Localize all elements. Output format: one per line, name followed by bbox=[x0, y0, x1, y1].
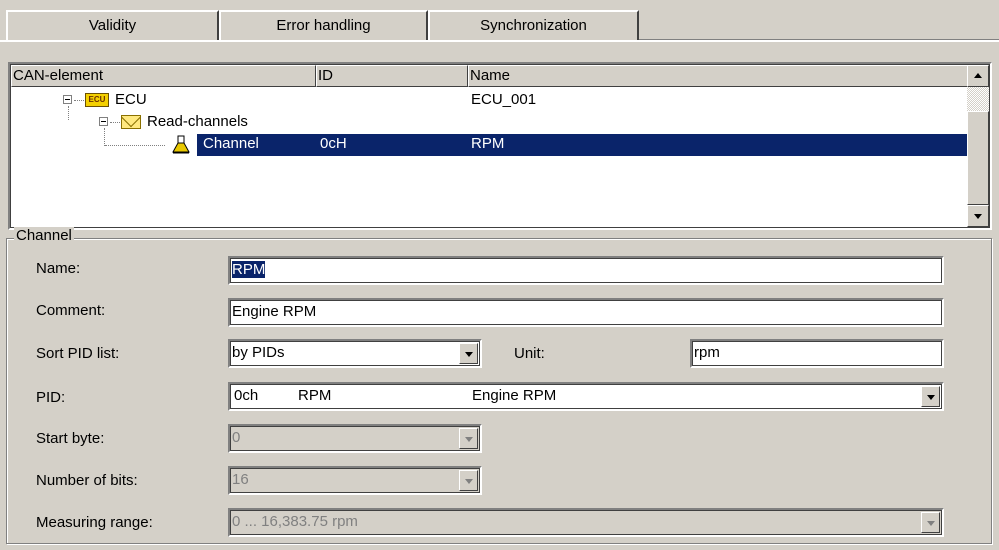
comment-label: Comment: bbox=[36, 302, 106, 319]
tree-row-channel[interactable]: Channel 0cH RPM bbox=[11, 133, 969, 156]
start-byte-label: Start byte: bbox=[36, 430, 105, 447]
chevron-down-icon bbox=[921, 512, 940, 533]
envelope-icon bbox=[121, 115, 141, 129]
name-field[interactable]: RPM bbox=[228, 256, 944, 285]
number-of-bits-value: 16 bbox=[232, 471, 249, 488]
collapse-toggle-icon[interactable] bbox=[99, 117, 108, 126]
chevron-down-icon bbox=[459, 470, 478, 491]
comment-field[interactable]: Engine RPM bbox=[228, 298, 944, 327]
can-element-tree[interactable]: CAN-element ID Name ECU ECU ECU_001 Read… bbox=[8, 62, 992, 230]
unit-label: Unit: bbox=[514, 345, 545, 362]
tab-error-handling[interactable]: Error handling bbox=[219, 10, 428, 40]
tree-row-element: Read-channels bbox=[147, 113, 248, 130]
pid-description: Engine RPM bbox=[472, 387, 557, 404]
tab-divider bbox=[0, 40, 999, 42]
measuring-range-value: 0 ... 16,383.75 rpm bbox=[232, 513, 358, 530]
start-byte-value: 0 bbox=[232, 429, 241, 446]
tab-validity[interactable]: Validity bbox=[6, 10, 219, 40]
flask-icon bbox=[172, 135, 190, 154]
arrow-down-icon bbox=[974, 214, 982, 219]
channel-group-title: Channel bbox=[14, 227, 74, 244]
column-header-name[interactable]: Name bbox=[468, 65, 973, 87]
sort-pid-list-select[interactable]: by PIDs bbox=[228, 339, 482, 368]
name-value: RPM bbox=[232, 261, 266, 278]
name-label: Name: bbox=[36, 260, 81, 277]
column-header-can-element[interactable]: CAN-element bbox=[11, 65, 316, 87]
pid-label: PID: bbox=[36, 389, 66, 406]
collapse-toggle-icon[interactable] bbox=[63, 95, 72, 104]
chevron-down-icon[interactable] bbox=[921, 386, 940, 407]
tree-row-element: ECU bbox=[115, 91, 147, 108]
measuring-range-select: 0 ... 16,383.75 rpm bbox=[228, 508, 944, 537]
tree-connector bbox=[105, 145, 165, 146]
tree-connector bbox=[74, 100, 84, 101]
arrow-up-icon bbox=[974, 73, 982, 78]
sort-pid-list-label: Sort PID list: bbox=[36, 345, 120, 362]
column-header-id[interactable]: ID bbox=[316, 65, 468, 87]
scroll-thumb[interactable] bbox=[967, 111, 989, 205]
ecu-icon: ECU bbox=[85, 93, 109, 107]
tab-synchronization[interactable]: Synchronization bbox=[428, 10, 639, 40]
pid-name: RPM bbox=[298, 387, 332, 404]
chevron-down-icon[interactable] bbox=[459, 343, 478, 364]
tree-row-read-channels[interactable]: Read-channels bbox=[11, 111, 969, 133]
sort-pid-list-value: by PIDs bbox=[232, 344, 285, 361]
chevron-down-icon bbox=[459, 428, 478, 449]
number-of-bits-label: Number of bits: bbox=[36, 472, 138, 489]
start-byte-select: 0 bbox=[228, 424, 482, 453]
tree-row-ecu[interactable]: ECU ECU ECU_001 bbox=[11, 89, 969, 111]
pid-select[interactable]: 0ch RPM Engine RPM bbox=[228, 382, 944, 411]
tree-row-name: ECU_001 bbox=[471, 91, 537, 108]
tree-vertical-scrollbar[interactable] bbox=[967, 65, 989, 227]
tree-connector bbox=[110, 122, 120, 123]
unit-field[interactable]: rpm bbox=[690, 339, 944, 368]
tree-row-id: 0cH bbox=[320, 135, 347, 152]
tree-row-name: RPM bbox=[471, 135, 505, 152]
scroll-down-button[interactable] bbox=[967, 205, 989, 227]
tree-header: CAN-element ID Name bbox=[11, 65, 973, 87]
selection-highlight bbox=[197, 134, 969, 156]
scroll-up-button[interactable] bbox=[967, 65, 989, 87]
tab-strip-filler bbox=[639, 10, 999, 40]
tree-row-element: Channel bbox=[203, 135, 259, 152]
pid-code: 0ch bbox=[234, 387, 259, 404]
measuring-range-label: Measuring range: bbox=[36, 514, 153, 531]
tab-strip: Validity Error handling Synchronization bbox=[0, 0, 999, 44]
number-of-bits-select: 16 bbox=[228, 466, 482, 495]
